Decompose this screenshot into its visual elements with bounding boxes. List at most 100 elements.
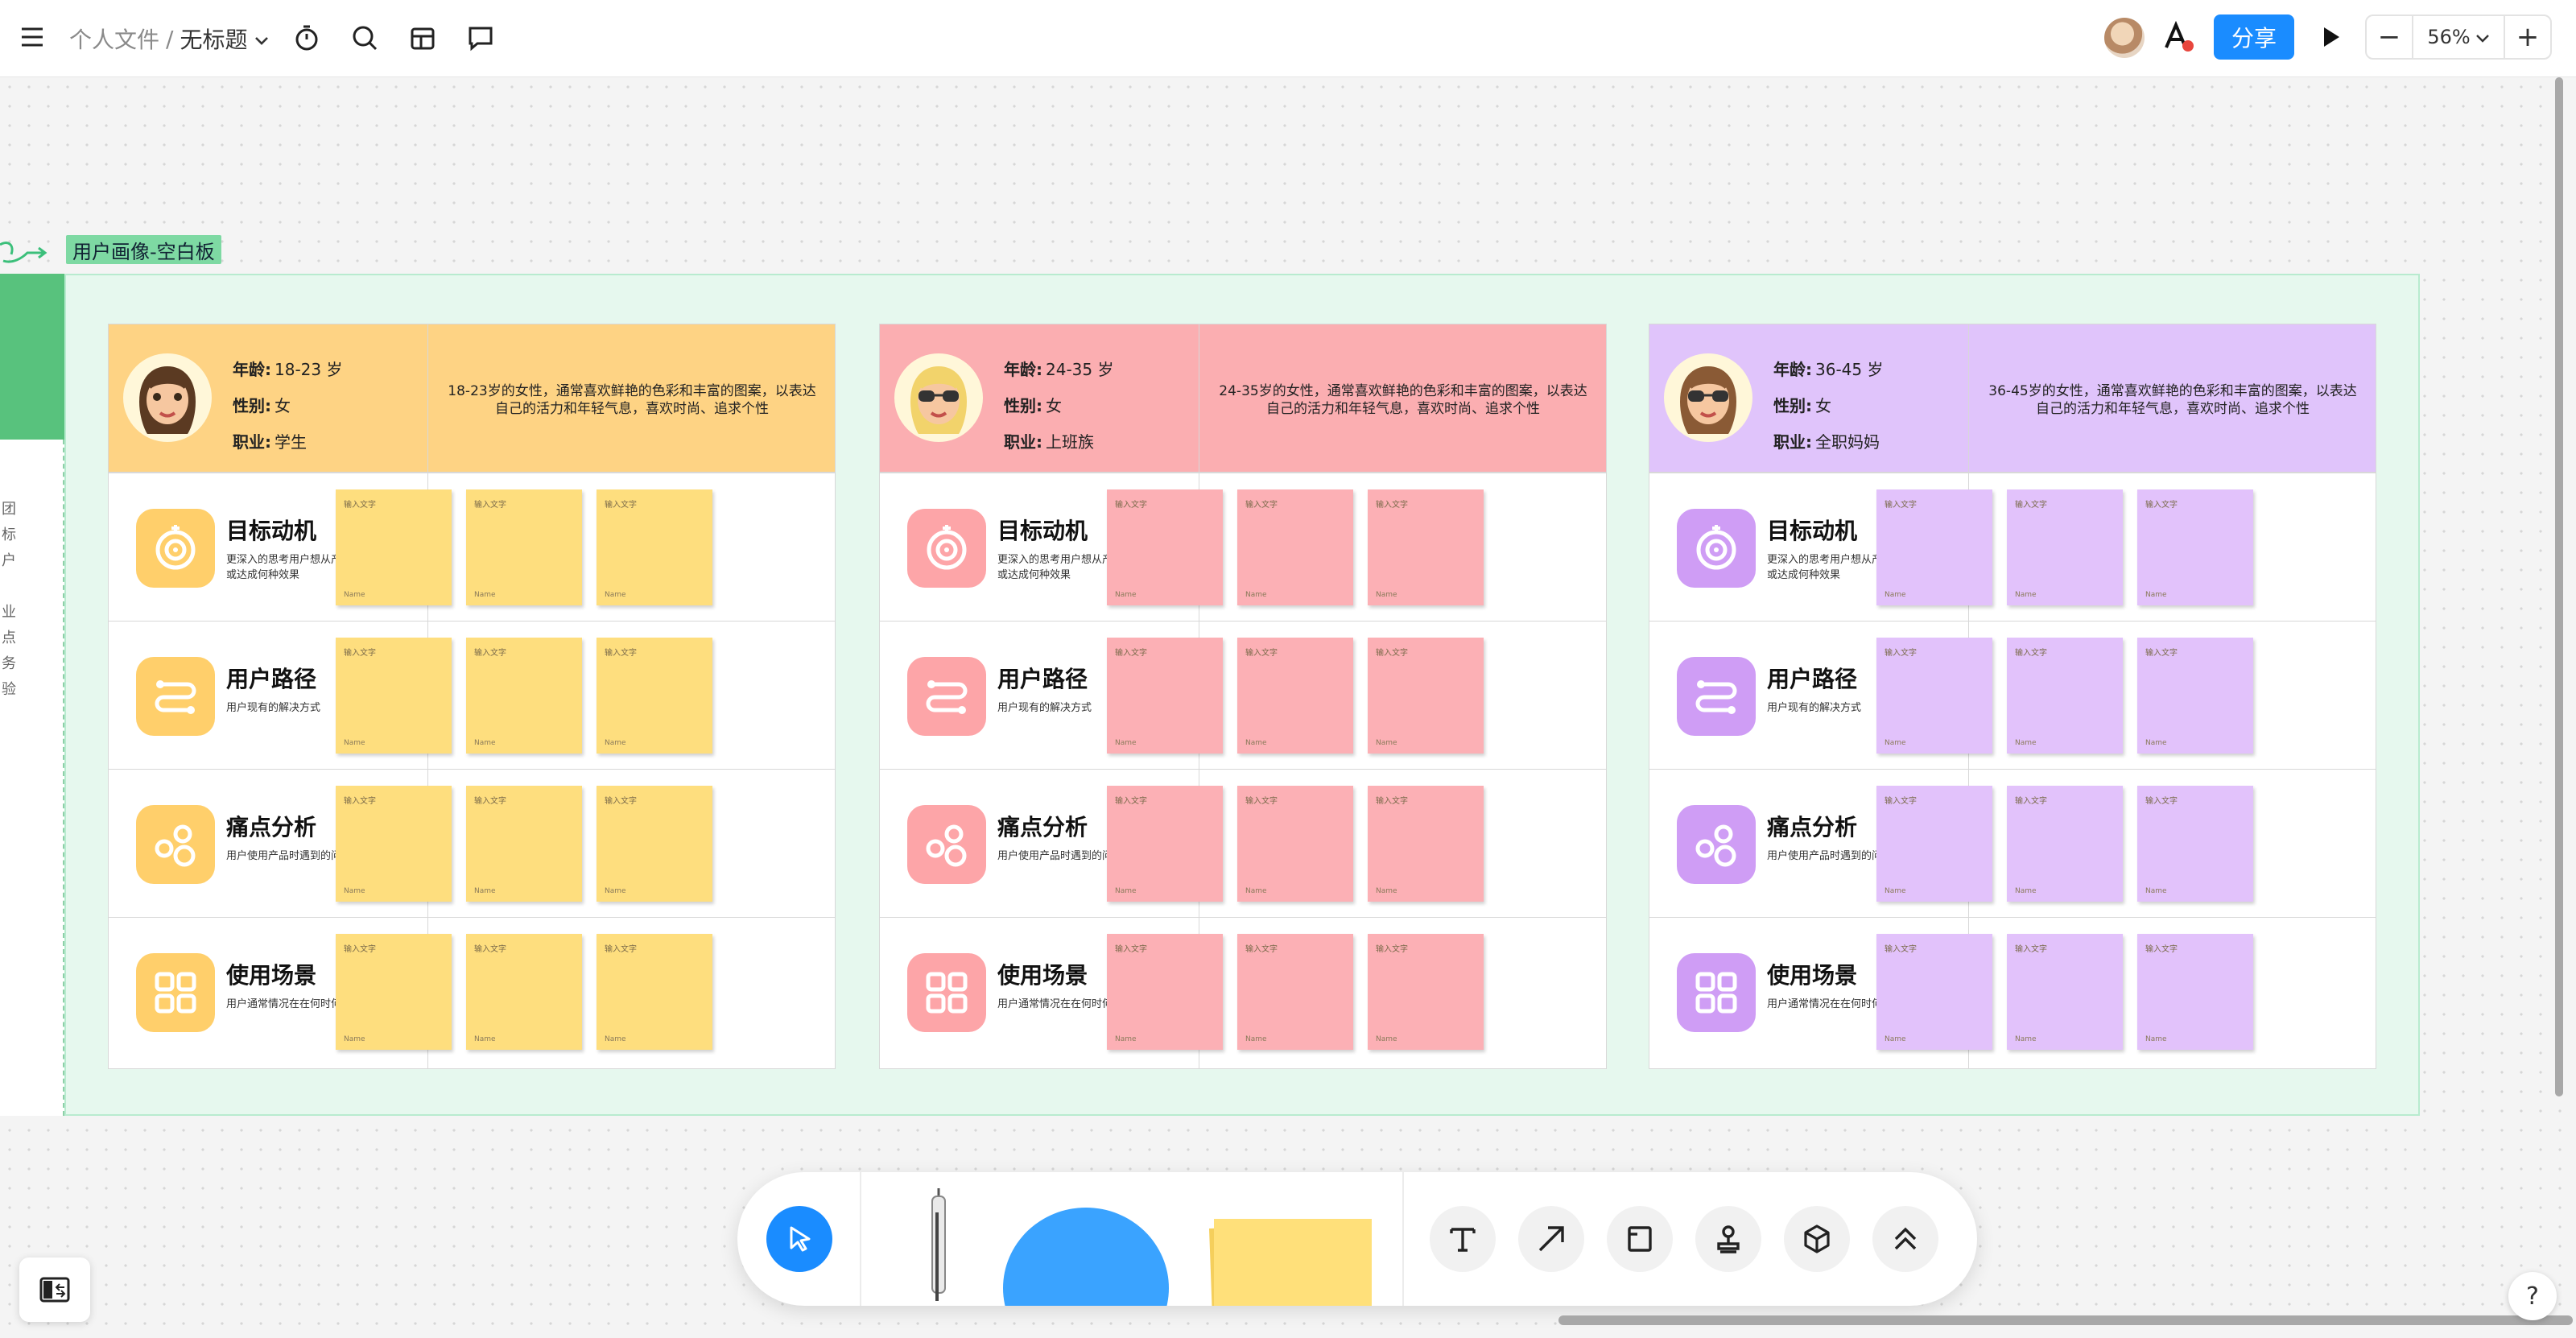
row-title[interactable]: 用户路径 [1767,662,1857,694]
sticky-note[interactable]: 输入文字 Name [597,638,712,754]
row-title[interactable]: 使用场景 [226,958,316,990]
row-title[interactable]: 用户路径 [997,662,1088,694]
doc-title[interactable]: 无标题 [180,23,247,55]
sticky-note[interactable]: 输入文字 Name [1107,638,1223,754]
row-title[interactable]: 目标动机 [997,514,1088,546]
sticky-note[interactable]: 输入文字 Name [1876,786,1992,902]
sticky-note[interactable]: 输入文字 Name [1876,934,1992,1050]
sticky-note[interactable]: 输入文字 Name [466,786,582,902]
persona-description[interactable]: 24-35岁的女性，通常喜欢鲜艳的色彩和丰富的图案，以表达自己的活力和年轻气息，… [1218,382,1588,418]
breadcrumb-root[interactable]: 个人文件 [69,23,159,55]
row-title[interactable]: 用户路径 [226,662,316,694]
row-title[interactable]: 目标动机 [226,514,316,546]
shape-tool[interactable] [1003,1208,1169,1306]
age-value[interactable]: 18-23 岁 [275,360,342,379]
sticky-note[interactable]: 输入文字 Name [466,934,582,1050]
persona-header[interactable]: 年龄: 18-23 岁性别: 女职业: 学生 18-23岁的女性，通常喜欢鲜艳的色彩和丰… [109,324,835,473]
arrow-connector-icon[interactable] [1518,1206,1584,1272]
sticky-note[interactable]: 输入文字 Name [1237,638,1353,754]
row-title[interactable]: 使用场景 [997,958,1088,990]
job-value[interactable]: 上班族 [1046,432,1094,452]
share-button[interactable]: 分享 [2214,14,2294,60]
sticky-note[interactable]: 输入文字 Name [1107,786,1223,902]
sticky-note[interactable]: 输入文字 Name [597,934,712,1050]
present-play-icon[interactable] [2317,23,2346,52]
job-value[interactable]: 全职妈妈 [1815,432,1880,452]
persona-description[interactable]: 18-23岁的女性，通常喜欢鲜艳的色彩和丰富的图案，以表达自己的活力和年轻气息，… [447,382,817,418]
persona-header[interactable]: 年龄: 24-35 岁性别: 女职业: 上班族 24-35岁的女性，通常喜欢鲜艳的色彩和… [880,324,1606,473]
persona-description[interactable]: 36-45岁的女性，通常喜欢鲜艳的色彩和丰富的图案，以表达自己的活力和年轻气息，… [1988,382,2358,418]
sticky-note[interactable]: 输入文字 Name [2007,638,2123,754]
sticky-note[interactable]: 输入文字 Name [1368,934,1484,1050]
plugin-cube-icon[interactable] [1784,1206,1850,1272]
search-icon[interactable] [349,23,380,53]
sticky-note[interactable]: 输入文字 Name [1237,489,1353,605]
sticky-note[interactable]: 输入文字 Name [1368,489,1484,605]
gender-value[interactable]: 女 [1815,396,1831,415]
sticky-note[interactable]: 输入文字 Name [2007,934,2123,1050]
persona-card[interactable]: 年龄: 18-23 岁性别: 女职业: 学生 18-23岁的女性，通常喜欢鲜艳的色彩和丰… [108,324,836,1069]
sticky-note[interactable]: 输入文字 Name [466,489,582,605]
gender-value[interactable]: 女 [1046,396,1062,415]
persona-avatar[interactable] [1664,353,1752,442]
sticky-note[interactable]: 输入文字 Name [336,638,452,754]
sticky-note[interactable]: 输入文字 Name [1368,786,1484,902]
horizontal-scrollbar[interactable] [1558,1315,2573,1325]
template-icon[interactable] [407,23,438,53]
gender-value[interactable]: 女 [275,396,291,415]
age-value[interactable]: 24-35 岁 [1046,360,1113,379]
row-title[interactable]: 痛点分析 [997,810,1088,842]
age-value[interactable]: 36-45 岁 [1815,360,1883,379]
sticky-note[interactable]: 输入文字 Name [336,786,452,902]
ai-assistant-icon[interactable] [2161,19,2196,55]
sticky-note[interactable]: 输入文字 Name [1237,786,1353,902]
sticky-note[interactable]: 输入文字 Name [1876,489,1992,605]
sticky-note[interactable]: 输入文字 Name [2007,489,2123,605]
row-title[interactable]: 使用场景 [1767,958,1857,990]
job-value[interactable]: 学生 [275,432,307,452]
persona-card[interactable]: 年龄: 36-45 岁性别: 女职业: 全职妈妈 36-45岁的女性，通常喜欢鲜艳的色彩… [1649,324,2376,1069]
row-title[interactable]: 痛点分析 [226,810,316,842]
persona-avatar[interactable] [894,353,983,442]
sticky-note[interactable]: 输入文字 Name [597,489,712,605]
pen-tool[interactable] [916,1188,961,1306]
frame-title[interactable]: 用户画像-空白板 [66,235,221,264]
row-title[interactable]: 目标动机 [1767,514,1857,546]
row-title[interactable]: 痛点分析 [1767,810,1857,842]
sticky-note[interactable]: 输入文字 Name [2137,934,2253,1050]
sticky-note[interactable]: 输入文字 Name [2137,489,2253,605]
persona-avatar[interactable] [123,353,212,442]
user-avatar[interactable] [2104,18,2145,58]
select-tool-button[interactable] [766,1206,832,1272]
sticky-note[interactable]: 输入文字 Name [1107,934,1223,1050]
zoom-level-select[interactable]: 56% [2412,16,2505,58]
collapse-toolbar-icon[interactable] [1872,1206,1938,1272]
menu-icon[interactable] [18,23,47,52]
sticky-note[interactable]: 输入文字 Name [1237,934,1353,1050]
sticky-note[interactable]: 输入文字 Name [597,786,712,902]
sticky-note[interactable]: 输入文字 Name [1876,638,1992,754]
sticky-note[interactable]: 输入文字 Name [2137,638,2253,754]
frame-tool-icon[interactable] [1607,1206,1673,1272]
chevron-down-icon[interactable] [254,26,270,52]
persona-header[interactable]: 年龄: 36-45 岁性别: 女职业: 全职妈妈 36-45岁的女性，通常喜欢鲜艳的色彩… [1649,324,2376,473]
sticky-note[interactable]: 输入文字 Name [466,638,582,754]
timer-icon[interactable] [291,23,322,53]
vertical-scrollbar[interactable] [2555,77,2563,1096]
zoom-out-button[interactable]: − [2367,16,2412,58]
sticky-note[interactable]: 输入文字 Name [1107,489,1223,605]
sticky-note[interactable]: 输入文字 Name [1368,638,1484,754]
help-button[interactable]: ? [2508,1272,2557,1320]
sticky-note[interactable]: 输入文字 Name [2137,786,2253,902]
comment-icon[interactable] [465,23,496,53]
sticky-note[interactable]: 输入文字 Name [336,489,452,605]
adjacent-frame-block[interactable] [0,274,64,440]
zoom-in-button[interactable]: + [2505,16,2550,58]
sticky-note[interactable]: 输入文字 Name [2007,786,2123,902]
adjacent-frame-panel[interactable]: 团 标 户 业 点 务 验 [0,440,64,1116]
stamp-tool-icon[interactable] [1695,1206,1761,1272]
sticky-note[interactable]: 输入文字 Name [336,934,452,1050]
sticky-note-tool[interactable] [1198,1204,1375,1306]
persona-card[interactable]: 年龄: 24-35 岁性别: 女职业: 上班族 24-35岁的女性，通常喜欢鲜艳的色彩和… [879,324,1607,1069]
text-tool-icon[interactable] [1430,1206,1496,1272]
